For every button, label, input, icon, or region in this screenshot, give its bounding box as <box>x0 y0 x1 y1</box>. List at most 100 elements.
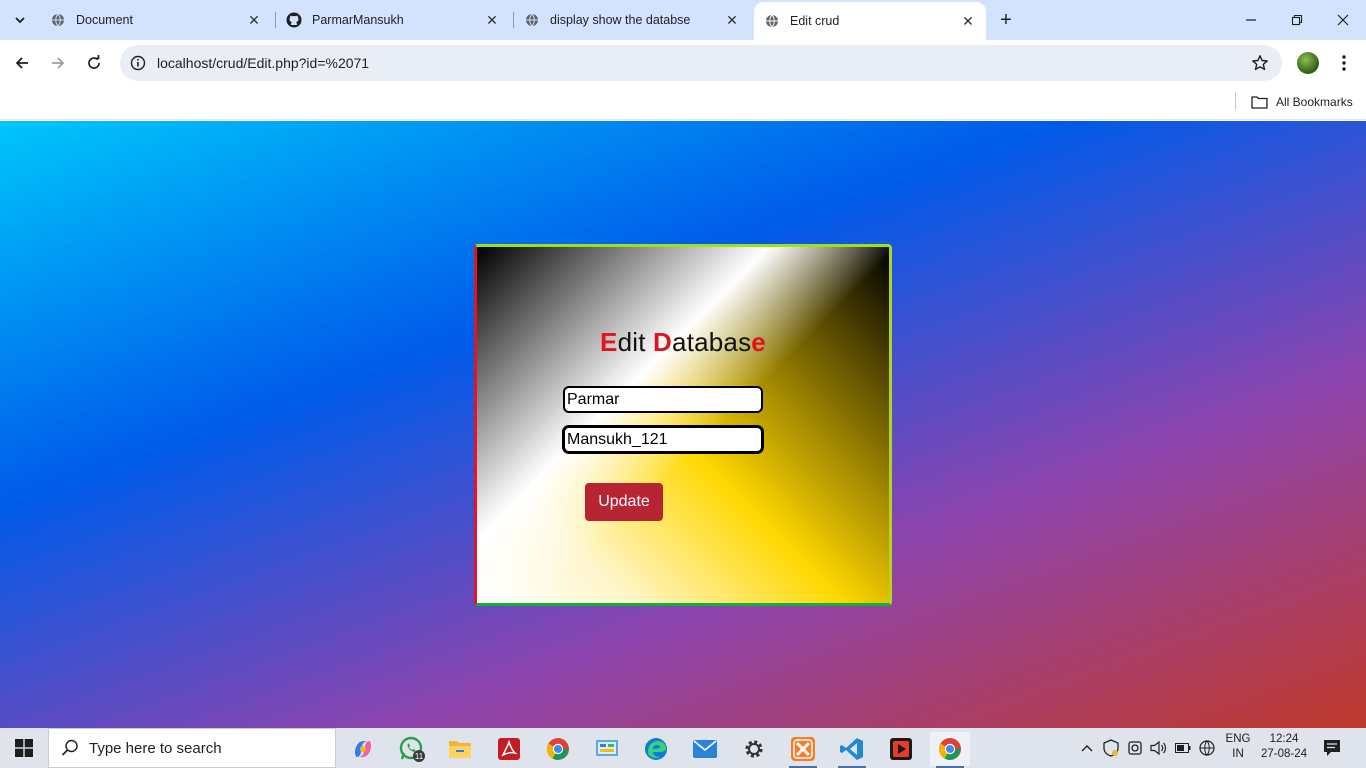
bookmark-star-icon[interactable] <box>1250 53 1270 73</box>
page-background: Edit Database Update <box>0 121 1366 728</box>
start-button[interactable] <box>0 728 48 768</box>
lang-code: ENG <box>1225 733 1251 745</box>
title-part: dit <box>617 327 654 357</box>
bookmarks-bar: All Bookmarks <box>0 86 1366 120</box>
more-vert-icon <box>1342 55 1346 71</box>
globe-icon <box>764 13 780 29</box>
network-tray[interactable] <box>1196 728 1218 768</box>
tab-title: Edit crud <box>790 14 840 28</box>
github-icon <box>286 12 302 28</box>
edit-form-card: Edit Database Update <box>474 244 892 606</box>
globe-icon <box>524 12 540 28</box>
camera-icon <box>1128 741 1142 755</box>
search-placeholder: Type here to search <box>89 739 222 757</box>
shield-icon <box>1103 739 1119 757</box>
tab-title: display show the databse <box>550 13 691 27</box>
clock[interactable]: 12:24 27-08-24 <box>1256 732 1312 762</box>
battery-tray[interactable] <box>1172 728 1194 768</box>
tab-parmarmansukh[interactable]: ParmarMansukh ✕ <box>276 4 510 36</box>
tab-title: Document <box>76 13 133 27</box>
xampp-icon <box>791 737 815 761</box>
chrome-icon <box>939 738 961 760</box>
clock-time: 12:24 <box>1269 733 1299 745</box>
vscode-icon <box>840 738 863 760</box>
close-window-button[interactable] <box>1320 0 1366 40</box>
security-tray[interactable] <box>1100 728 1122 768</box>
chrome-app-active[interactable] <box>930 732 970 768</box>
title-part: atabas <box>672 327 752 357</box>
forward-button[interactable] <box>42 47 74 79</box>
battery-icon <box>1175 743 1191 753</box>
title-part: E <box>600 327 618 357</box>
volume-tray[interactable] <box>1148 728 1170 768</box>
control-panel-icon <box>596 740 618 756</box>
media-player-app[interactable] <box>881 732 921 766</box>
folder-icon <box>449 741 471 758</box>
reload-icon <box>88 55 100 69</box>
restore-icon <box>1291 14 1303 26</box>
windows-logo-icon <box>15 739 33 757</box>
reload-button[interactable] <box>78 47 110 79</box>
whatsapp-app[interactable]: 11 <box>392 732 432 766</box>
form-title: Edit Database <box>477 327 889 358</box>
restore-button[interactable] <box>1274 0 1320 40</box>
address-bar[interactable]: localhost/crud/Edit.php?id=%2071 <box>120 45 1282 81</box>
site-info-icon[interactable] <box>128 53 148 73</box>
show-hidden-icons-button[interactable] <box>1076 728 1098 768</box>
all-bookmarks-label: All Bookmarks <box>1276 95 1353 109</box>
webcam-tray[interactable] <box>1124 728 1146 768</box>
url-text[interactable]: localhost/crud/Edit.php?id=%2071 <box>157 55 369 71</box>
close-icon[interactable]: ✕ <box>722 10 742 30</box>
tab-document[interactable]: Document ✕ <box>40 4 272 36</box>
close-icon[interactable]: ✕ <box>244 10 264 30</box>
minimize-icon <box>1246 19 1256 21</box>
control-panel-app[interactable] <box>587 732 627 766</box>
new-tab-button[interactable]: + <box>994 8 1018 32</box>
edge-app[interactable] <box>636 732 676 766</box>
windows-taskbar: Type here to search 11 ENG IN 12:24 27-0… <box>0 728 1366 768</box>
chrome-icon <box>547 738 569 760</box>
tab-edit-crud[interactable]: Edit crud ✕ <box>754 2 986 40</box>
acrobat-app[interactable] <box>489 732 529 766</box>
tab-search-button[interactable] <box>6 6 34 34</box>
speaker-icon <box>1150 740 1166 756</box>
profile-avatar[interactable] <box>1297 52 1319 74</box>
settings-app[interactable] <box>734 732 774 766</box>
tab-strip: Document ✕ ParmarMansukh ✕ display show … <box>0 0 1366 40</box>
acrobat-icon <box>498 738 520 760</box>
input-language-indicator[interactable]: ENG IN <box>1224 732 1252 762</box>
xampp-app[interactable] <box>783 732 823 768</box>
mail-app[interactable] <box>685 732 725 766</box>
search-icon <box>61 739 78 756</box>
browser-menu-button[interactable] <box>1334 51 1354 75</box>
update-button[interactable]: Update <box>585 483 663 521</box>
taskbar-search-box[interactable]: Type here to search <box>48 728 336 768</box>
whatsapp-icon: 11 <box>399 736 425 762</box>
arrow-left-icon <box>15 57 28 69</box>
bookmarks-divider <box>1235 92 1236 110</box>
close-icon <box>1337 14 1349 26</box>
title-part: e <box>751 327 766 357</box>
notifications-button[interactable] <box>1322 738 1342 758</box>
close-icon[interactable]: ✕ <box>482 10 502 30</box>
minimize-button[interactable] <box>1228 0 1274 40</box>
copilot-app[interactable] <box>343 732 383 766</box>
chrome-app[interactable] <box>538 732 578 766</box>
copilot-icon <box>355 741 371 757</box>
back-button[interactable] <box>6 47 38 79</box>
tab-title: ParmarMansukh <box>312 13 404 27</box>
first-name-field[interactable] <box>563 386 763 413</box>
whatsapp-badge: 11 <box>415 752 424 761</box>
tab-display-database[interactable]: display show the databse ✕ <box>514 4 750 36</box>
media-player-icon <box>890 738 912 760</box>
title-part: D <box>653 327 673 357</box>
file-explorer-app[interactable] <box>440 732 480 766</box>
close-icon[interactable]: ✕ <box>958 11 978 31</box>
browser-toolbar: localhost/crud/Edit.php?id=%2071 <box>0 40 1366 86</box>
second-name-field[interactable] <box>562 425 764 454</box>
globe-icon <box>50 12 66 28</box>
edge-icon <box>645 738 667 760</box>
vscode-app[interactable] <box>832 732 872 768</box>
all-bookmarks-button[interactable]: All Bookmarks <box>1251 91 1353 113</box>
folder-icon <box>1251 96 1268 109</box>
